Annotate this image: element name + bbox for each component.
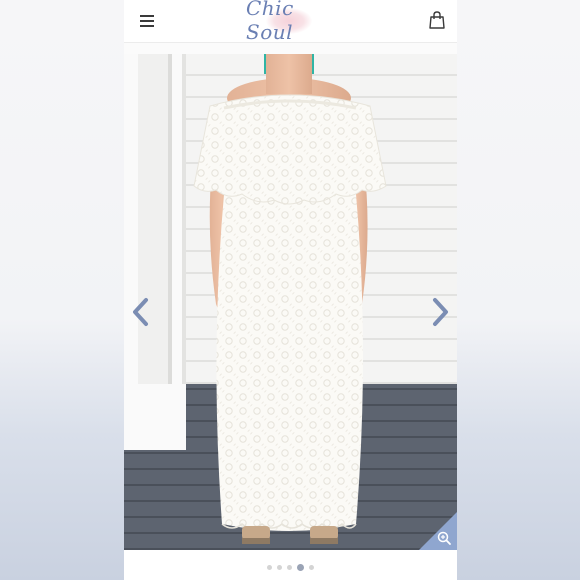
brand-name: Chic Soul (246, 0, 294, 44)
shopping-bag-icon[interactable] (429, 11, 445, 29)
chevron-right-icon (433, 298, 448, 326)
hamburger-menu-icon[interactable] (140, 12, 160, 30)
mobile-page: Chic Soul (124, 0, 457, 580)
header-spacer (124, 43, 457, 54)
next-image-button[interactable] (429, 297, 451, 327)
pagination-dot-1[interactable] (267, 564, 272, 570)
pagination-dot-5[interactable] (309, 564, 314, 570)
magnifier-plus-icon (419, 512, 457, 550)
product-image-carousel[interactable] (124, 54, 457, 550)
brand-logo[interactable]: Chic Soul (246, 0, 336, 44)
pagination-dot-4[interactable] (297, 563, 304, 571)
pagination-dot-3[interactable] (287, 564, 292, 570)
carousel-pagination (124, 560, 457, 574)
product-photo (124, 54, 457, 550)
site-header: Chic Soul (124, 0, 457, 44)
zoom-button[interactable] (419, 512, 457, 550)
chevron-left-icon (133, 298, 148, 326)
pagination-dot-2[interactable] (277, 564, 282, 570)
previous-image-button[interactable] (130, 297, 152, 327)
